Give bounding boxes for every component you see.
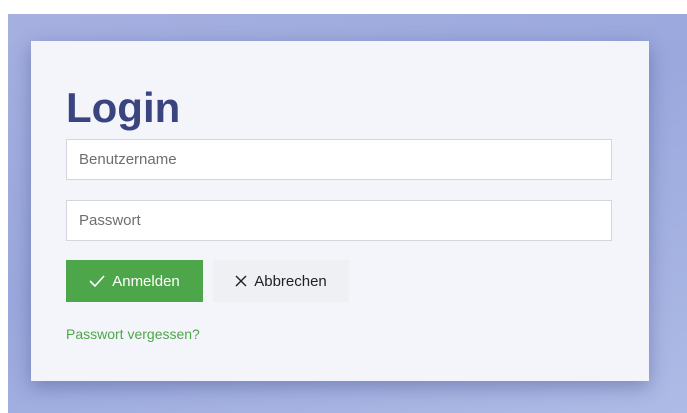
username-input[interactable] (67, 140, 611, 179)
password-field-container (66, 200, 612, 241)
cancel-button[interactable]: Abbrechen (213, 260, 349, 302)
forgot-password-link[interactable]: Passwort vergessen? (66, 326, 200, 342)
password-input[interactable] (67, 201, 611, 240)
login-button[interactable]: Anmelden (66, 260, 203, 302)
close-icon (235, 275, 247, 287)
login-button-label: Anmelden (112, 272, 180, 290)
login-title: Login (66, 84, 181, 131)
login-card: Login Anmelden Abbrechen Passwort verges… (31, 41, 649, 381)
username-field-container (66, 139, 612, 180)
cancel-button-label: Abbrechen (254, 272, 327, 290)
check-icon (89, 275, 105, 287)
